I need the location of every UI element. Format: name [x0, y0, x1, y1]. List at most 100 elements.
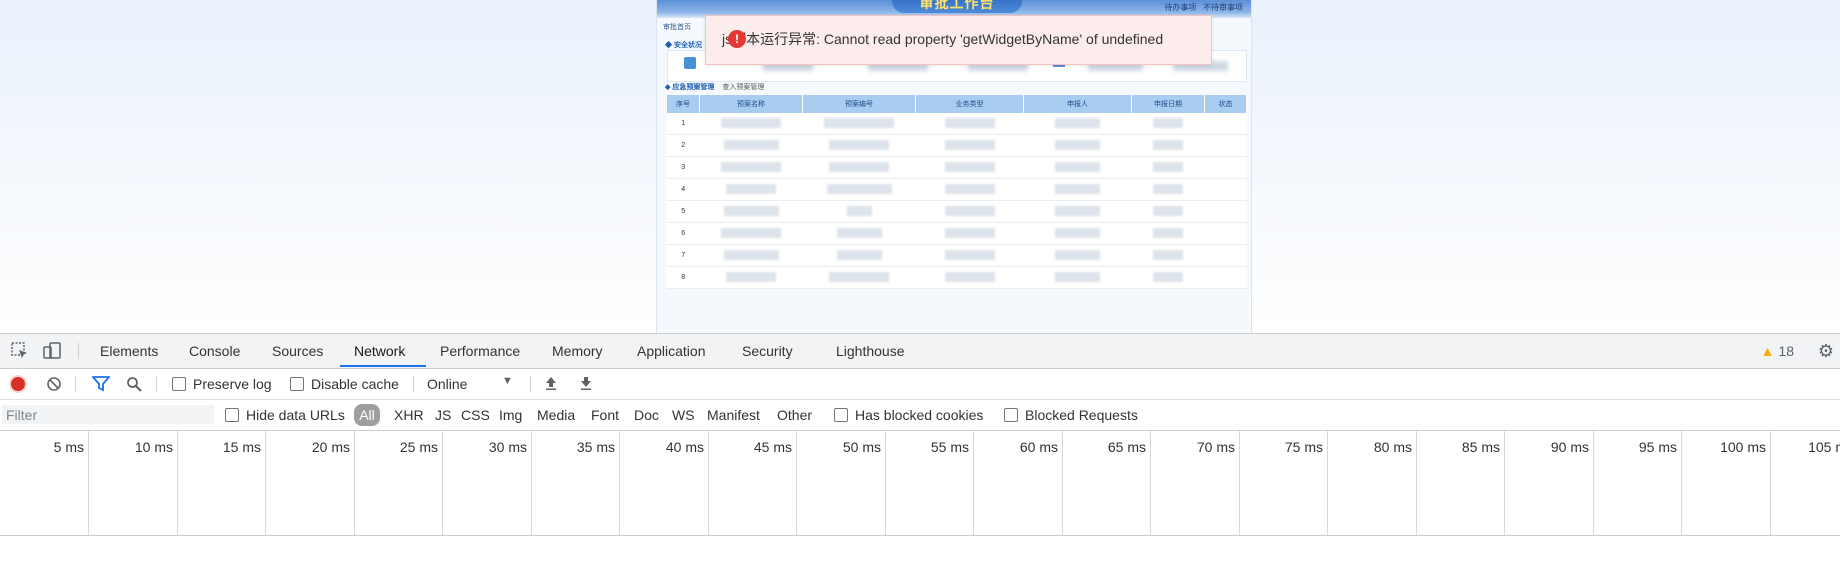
section-overview-title: ◆ 安全状况 [665, 42, 702, 49]
tab-lighthouse[interactable]: Lighthouse [836, 334, 905, 368]
row-number: 2 [667, 134, 700, 157]
timeline-gridline [1593, 431, 1594, 535]
import-har-icon[interactable] [543, 375, 559, 394]
throttling-select[interactable]: Online [427, 376, 467, 392]
has-blocked-cookies-label[interactable]: Has blocked cookies [855, 407, 983, 423]
clear-icon[interactable] [46, 376, 62, 395]
tab-console[interactable]: Console [189, 334, 240, 368]
active-tab-indicator [340, 365, 426, 367]
col-header[interactable]: 状态 [1204, 95, 1247, 113]
type-filter-doc[interactable]: Doc [634, 407, 659, 423]
inspect-element-icon[interactable] [10, 341, 30, 364]
banner-title: 审批工作台 [892, 0, 1022, 13]
error-circle-icon: ! [728, 30, 746, 48]
settings-gear-icon[interactable]: ⚙ [1818, 341, 1834, 362]
type-filter-other[interactable]: Other [777, 407, 812, 423]
tab-network[interactable]: Network [354, 334, 405, 368]
col-header[interactable]: 业务类型 [915, 95, 1024, 113]
type-filter-all[interactable]: All [354, 404, 380, 426]
col-header[interactable]: 序号 [667, 95, 700, 113]
timeline-gridline [531, 431, 532, 535]
disable-cache-label[interactable]: Disable cache [311, 376, 399, 392]
row-number: 6 [667, 222, 700, 245]
col-header[interactable]: 申报日期 [1131, 95, 1205, 113]
banner-links: 待办事项 不待审事项 [1164, 2, 1243, 13]
table-row[interactable]: 1 [667, 113, 1247, 135]
row-number: 8 [667, 266, 700, 289]
table-row[interactable]: 4 [667, 178, 1247, 201]
table-row[interactable]: 7 [667, 244, 1247, 267]
row-number: 3 [667, 156, 700, 179]
chevron-down-icon[interactable]: ▼ [502, 375, 513, 387]
type-filter-css[interactable]: CSS [461, 407, 490, 423]
preserve-log-label[interactable]: Preserve log [193, 376, 272, 392]
timeline-tick-label: 65 ms [1107, 439, 1146, 455]
blocked-requests-checkbox[interactable] [1004, 408, 1018, 422]
timeline-gridline [1327, 431, 1328, 535]
type-filter-font[interactable]: Font [591, 407, 619, 423]
disable-cache-checkbox[interactable] [290, 377, 304, 391]
tab-performance[interactable]: Performance [440, 334, 520, 368]
timeline-gridline [619, 431, 620, 535]
type-filter-img[interactable]: Img [499, 407, 522, 423]
type-filter-ws[interactable]: WS [672, 407, 695, 423]
tab-elements[interactable]: Elements [100, 334, 158, 368]
error-toast[interactable]: js脚本运行异常: Cannot read property 'getWidge… [705, 15, 1212, 65]
table-row[interactable]: 6 [667, 222, 1247, 245]
timeline-gridline [1504, 431, 1505, 535]
preserve-log-checkbox[interactable] [172, 377, 186, 391]
banner-link-other[interactable]: 不待审事项 [1203, 3, 1243, 12]
row-number: 4 [667, 178, 700, 201]
warnings-counter[interactable]: ▲ 18 [1761, 343, 1794, 359]
timeline-gridline [1416, 431, 1417, 535]
blocked-requests-label[interactable]: Blocked Requests [1025, 407, 1138, 423]
type-filter-js[interactable]: JS [435, 407, 451, 423]
table-row[interactable]: 8 [667, 266, 1247, 289]
tab-emergency-plans[interactable]: 应急预案管理 [672, 84, 714, 91]
devtools-panel: Elements Console Sources Network Perform… [0, 333, 1840, 587]
timeline-gridline [265, 431, 266, 535]
export-har-icon[interactable] [578, 375, 594, 394]
table-row[interactable]: 5 [667, 200, 1247, 223]
search-icon[interactable] [126, 376, 142, 395]
timeline-gridline [885, 431, 886, 535]
tab-memory[interactable]: Memory [552, 334, 603, 368]
timeline-tick-label: 25 ms [399, 439, 438, 455]
device-toolbar-icon[interactable] [42, 341, 62, 364]
tab-sources[interactable]: Sources [272, 334, 323, 368]
network-overview-timeline[interactable]: 5 ms 10 ms 15 ms 20 ms 25 ms 30 ms 35 ms 40 ms 4… [0, 431, 1840, 536]
hide-data-urls-label[interactable]: Hide data URLs [246, 407, 345, 423]
col-header[interactable]: 申报人 [1023, 95, 1132, 113]
tab-security[interactable]: Security [742, 334, 793, 368]
banner-link-todo[interactable]: 待办事项 [1164, 3, 1196, 12]
type-filter-media[interactable]: Media [537, 407, 575, 423]
table-row[interactable]: 2 [667, 134, 1247, 157]
has-blocked-cookies-checkbox[interactable] [834, 408, 848, 422]
breadcrumb[interactable]: 审批首页 [663, 22, 691, 32]
timeline-gridline [708, 431, 709, 535]
type-filter-manifest[interactable]: Manifest [707, 407, 760, 423]
timeline-tick-label: 60 ms [1019, 439, 1058, 455]
timeline-gridline [973, 431, 974, 535]
timeline-gridline [1681, 431, 1682, 535]
row-number: 5 [667, 200, 700, 223]
col-header[interactable]: 预案名称 [699, 95, 803, 113]
tab-imported-plans[interactable]: 查入预案管理 [722, 84, 764, 91]
type-filter-xhr[interactable]: XHR [394, 407, 424, 423]
table-row[interactable]: 3 [667, 156, 1247, 179]
col-header[interactable]: 预案编号 [802, 95, 916, 113]
filter-icon[interactable] [91, 376, 111, 395]
timeline-gridline [1239, 431, 1240, 535]
timeline-tick-label: 105 ms [1808, 439, 1840, 455]
record-icon[interactable] [11, 377, 25, 391]
row-number: 7 [667, 244, 700, 267]
section-list-title: ◆ 应急预案管理 查入预案管理 [665, 84, 765, 91]
devtools-tab-bar: Elements Console Sources Network Perform… [0, 334, 1840, 369]
timeline-gridline [1062, 431, 1063, 535]
tab-application[interactable]: Application [637, 334, 706, 368]
hide-data-urls-checkbox[interactable] [225, 408, 239, 422]
timeline-gridline [1150, 431, 1151, 535]
warning-icon: ▲ [1760, 343, 1775, 359]
timeline-tick-label: 50 ms [842, 439, 881, 455]
filter-input[interactable] [2, 405, 214, 424]
